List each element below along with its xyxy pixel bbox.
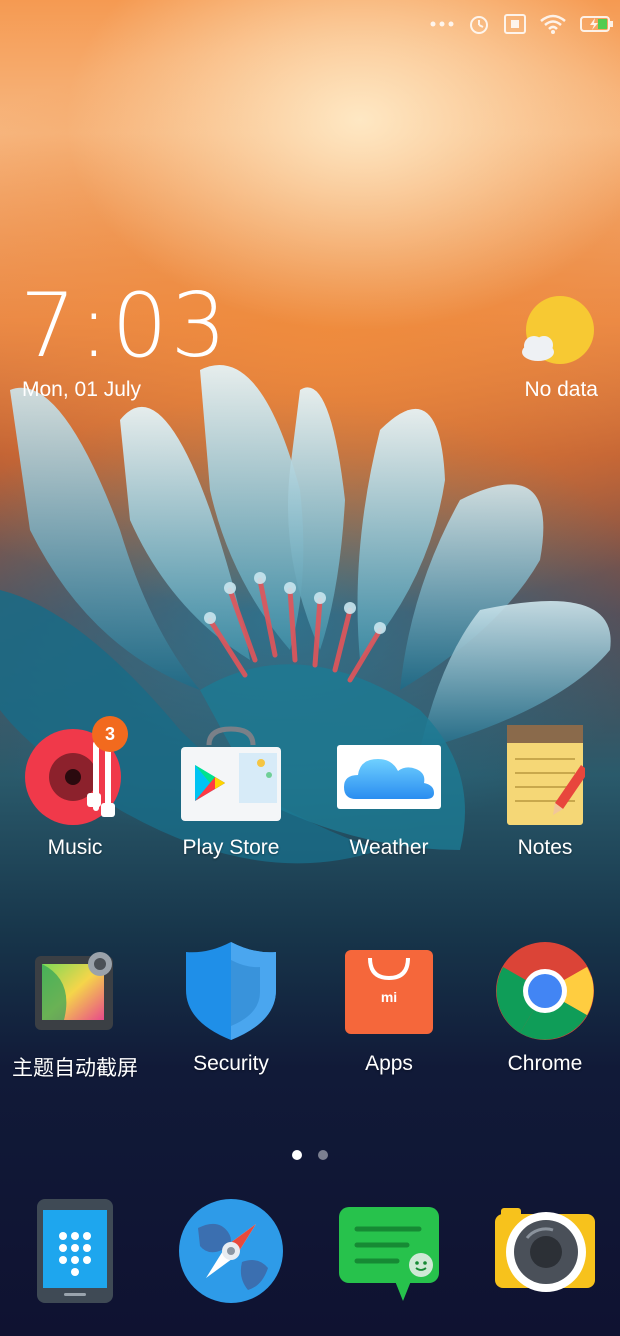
app-label: Play Store [182,836,280,859]
wifi-icon [540,14,566,34]
app-label: Weather [349,836,429,859]
app-label: Music [47,836,103,859]
security-shield-icon [186,942,276,1040]
sim-icon [504,14,526,34]
svg-text:mi: mi [381,989,397,1005]
app-music[interactable]: 3 Music [0,716,150,860]
notes-icon [507,725,585,825]
mi-apps-bag-icon: mi [345,950,433,1034]
weather-cloud-icon [337,745,441,809]
page-dot [318,1150,328,1160]
play-store-icon [181,726,281,821]
theme-screenshot-icon [35,952,113,1030]
battery-charging-icon [580,16,613,32]
app-security[interactable]: Security [156,936,306,1076]
app-label: Chrome [507,1052,583,1075]
app-label: 主题自动截屏 [12,1057,138,1080]
page-indicator [0,1150,620,1160]
notification-badge: 3 [92,716,128,752]
page-dot-active [292,1150,302,1160]
app-apps[interactable]: mi Apps [314,936,464,1076]
clock-time[interactable]: 7:03 [20,282,230,370]
app-label: Security [193,1052,269,1075]
app-theme-screenshot[interactable]: 主题自动截屏 [0,936,150,1082]
app-label: Notes [517,836,573,859]
camera-icon [495,1208,595,1292]
chrome-icon [496,942,594,1040]
messaging-icon [339,1207,439,1301]
app-notes[interactable]: Notes [470,720,620,860]
dock-messaging[interactable] [314,1196,464,1306]
sun-cloud-icon [522,296,594,364]
clock-date[interactable]: Mon, 01 July [22,378,141,402]
alarm-icon [470,16,488,34]
dock-browser[interactable] [156,1196,306,1306]
phone-dialer-icon [37,1199,113,1303]
dots-icon [430,21,454,27]
browser-compass-icon [179,1199,283,1303]
dock-phone[interactable] [0,1196,150,1306]
dock-camera[interactable] [470,1196,620,1306]
app-label: Apps [365,1052,413,1075]
status-bar [430,8,614,40]
weather-status-text: No data [524,378,598,401]
app-play-store[interactable]: Play Store [156,720,306,860]
app-chrome[interactable]: Chrome [470,936,620,1076]
app-weather[interactable]: Weather [314,720,464,860]
weather-widget[interactable]: No data [516,292,600,401]
